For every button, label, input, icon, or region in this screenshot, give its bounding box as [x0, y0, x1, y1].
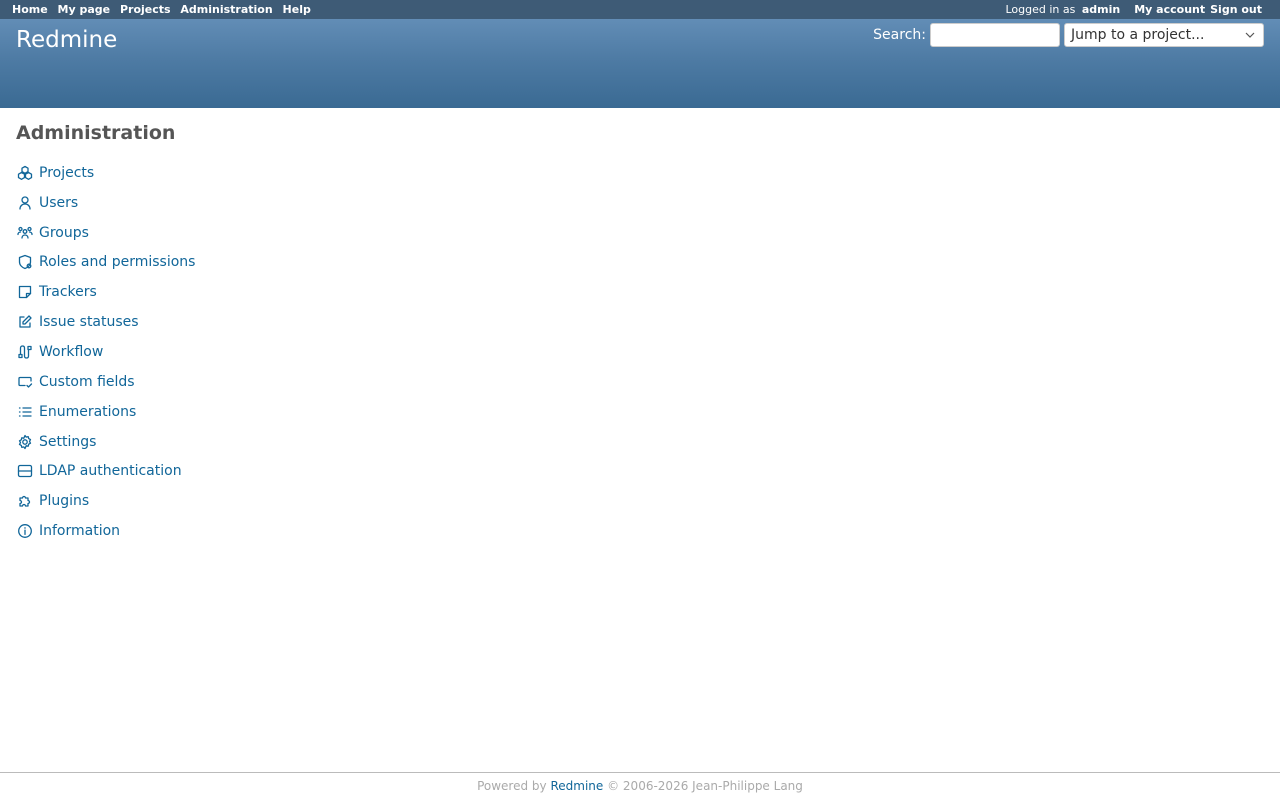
info-icon — [18, 524, 32, 538]
admin-label-trackers: Trackers — [39, 284, 97, 301]
sign-out-link[interactable]: Sign out — [1210, 3, 1262, 16]
page-title: Administration — [16, 122, 176, 144]
my-account-link[interactable]: My account — [1134, 3, 1205, 16]
custom-field-icon — [18, 376, 33, 388]
top-menu-left: Home My page Projects Administration Hel… — [12, 3, 317, 16]
admin-link-users[interactable]: Users — [16, 195, 78, 211]
search-input[interactable] — [930, 23, 1060, 47]
top-menu-help[interactable]: Help — [283, 3, 311, 16]
logged-in-user-link[interactable]: admin — [1082, 3, 1120, 16]
admin-link-custom-fields[interactable]: Custom fields — [16, 374, 135, 390]
logged-in-prefix: Logged in as — [1005, 3, 1076, 16]
group-icon — [17, 226, 33, 239]
admin-link-plugins[interactable]: Plugins — [16, 493, 89, 509]
footer-copyright: © 2006-2026 Jean-Philippe Lang — [607, 779, 803, 793]
app-title: Redmine — [16, 27, 118, 53]
admin-item-issue-statuses: Issue statuses — [16, 307, 1264, 337]
gear-icon — [18, 434, 32, 449]
admin-label-plugins: Plugins — [39, 493, 90, 510]
puzzle-icon — [19, 496, 31, 507]
admin-item-workflow: Workflow — [16, 337, 1264, 367]
top-menu-projects[interactable]: Projects — [120, 3, 171, 16]
note-icon — [18, 286, 32, 299]
admin-label-workflow: Workflow — [39, 343, 104, 360]
admin-item-trackers: Trackers — [16, 277, 1264, 307]
admin-item-information: Information — [16, 516, 1264, 546]
admin-label-custom-fields: Custom fields — [39, 373, 135, 390]
admin-label-users: Users — [39, 194, 79, 211]
admin-item-ldap: LDAP authentication — [16, 456, 1264, 486]
user-icon — [19, 196, 31, 210]
admin-link-groups[interactable]: Groups — [16, 225, 89, 241]
project-jump-select[interactable]: Jump to a project... — [1064, 23, 1264, 47]
chevron-down-icon — [1245, 32, 1255, 38]
top-menu-my-page[interactable]: My page — [58, 3, 111, 16]
top-menu-right: Logged in as admin My account Sign out — [1005, 3, 1268, 16]
workflow-icon — [18, 345, 32, 359]
admin-link-ldap[interactable]: LDAP authentication — [16, 463, 182, 479]
list-icon — [18, 407, 32, 417]
admin-label-roles: Roles and permissions — [39, 254, 196, 271]
admin-item-users: Users — [16, 188, 1264, 218]
top-menu-administration[interactable]: Administration — [180, 3, 272, 16]
admin-link-settings[interactable]: Settings — [16, 434, 96, 450]
admin-label-projects: Projects — [39, 164, 95, 181]
admin-label-issue-statuses: Issue statuses — [39, 314, 139, 331]
admin-link-enumerations[interactable]: Enumerations — [16, 404, 136, 420]
admin-menu: Projects Users Groups Roles and permissi… — [16, 158, 1264, 546]
top-menu-home[interactable]: Home — [12, 3, 48, 16]
admin-link-workflow[interactable]: Workflow — [16, 344, 103, 360]
admin-item-projects: Projects — [16, 158, 1264, 188]
admin-item-roles: Roles and permissions — [16, 248, 1264, 278]
admin-link-information[interactable]: Information — [16, 523, 120, 539]
quick-search: Search: Jump to a project... — [873, 23, 1264, 47]
header: Redmine Search: Jump to a project... — [0, 19, 1280, 108]
admin-label-ldap: LDAP authentication — [39, 463, 182, 480]
admin-item-groups: Groups — [16, 218, 1264, 248]
admin-link-issue-statuses[interactable]: Issue statuses — [16, 314, 139, 330]
admin-item-plugins: Plugins — [16, 486, 1264, 516]
admin-label-enumerations: Enumerations — [39, 403, 137, 420]
projects-icon — [17, 165, 33, 180]
edit-icon — [19, 315, 32, 328]
admin-link-projects[interactable]: Projects — [16, 165, 94, 181]
admin-link-roles[interactable]: Roles and permissions — [16, 254, 195, 270]
top-menu: Home My page Projects Administration Hel… — [0, 0, 1280, 19]
admin-label-groups: Groups — [39, 224, 89, 241]
admin-label-settings: Settings — [39, 433, 97, 450]
main-content: Administration Projects Users Groups Rol… — [0, 108, 1280, 560]
admin-label-information: Information — [39, 523, 121, 540]
server-icon — [17, 465, 33, 478]
logged-in-status: Logged in as admin — [1005, 3, 1120, 16]
shield-icon — [18, 255, 32, 270]
search-label: Search: — [873, 27, 926, 43]
footer-prefix: Powered by — [477, 779, 547, 793]
footer: Powered by Redmine © 2006-2026 Jean-Phil… — [0, 772, 1280, 793]
admin-item-enumerations: Enumerations — [16, 397, 1264, 427]
admin-item-custom-fields: Custom fields — [16, 367, 1264, 397]
footer-redmine-link[interactable]: Redmine — [550, 779, 603, 793]
project-jump-placeholder: Jump to a project... — [1071, 27, 1205, 43]
admin-item-settings: Settings — [16, 427, 1264, 457]
admin-link-trackers[interactable]: Trackers — [16, 284, 97, 300]
